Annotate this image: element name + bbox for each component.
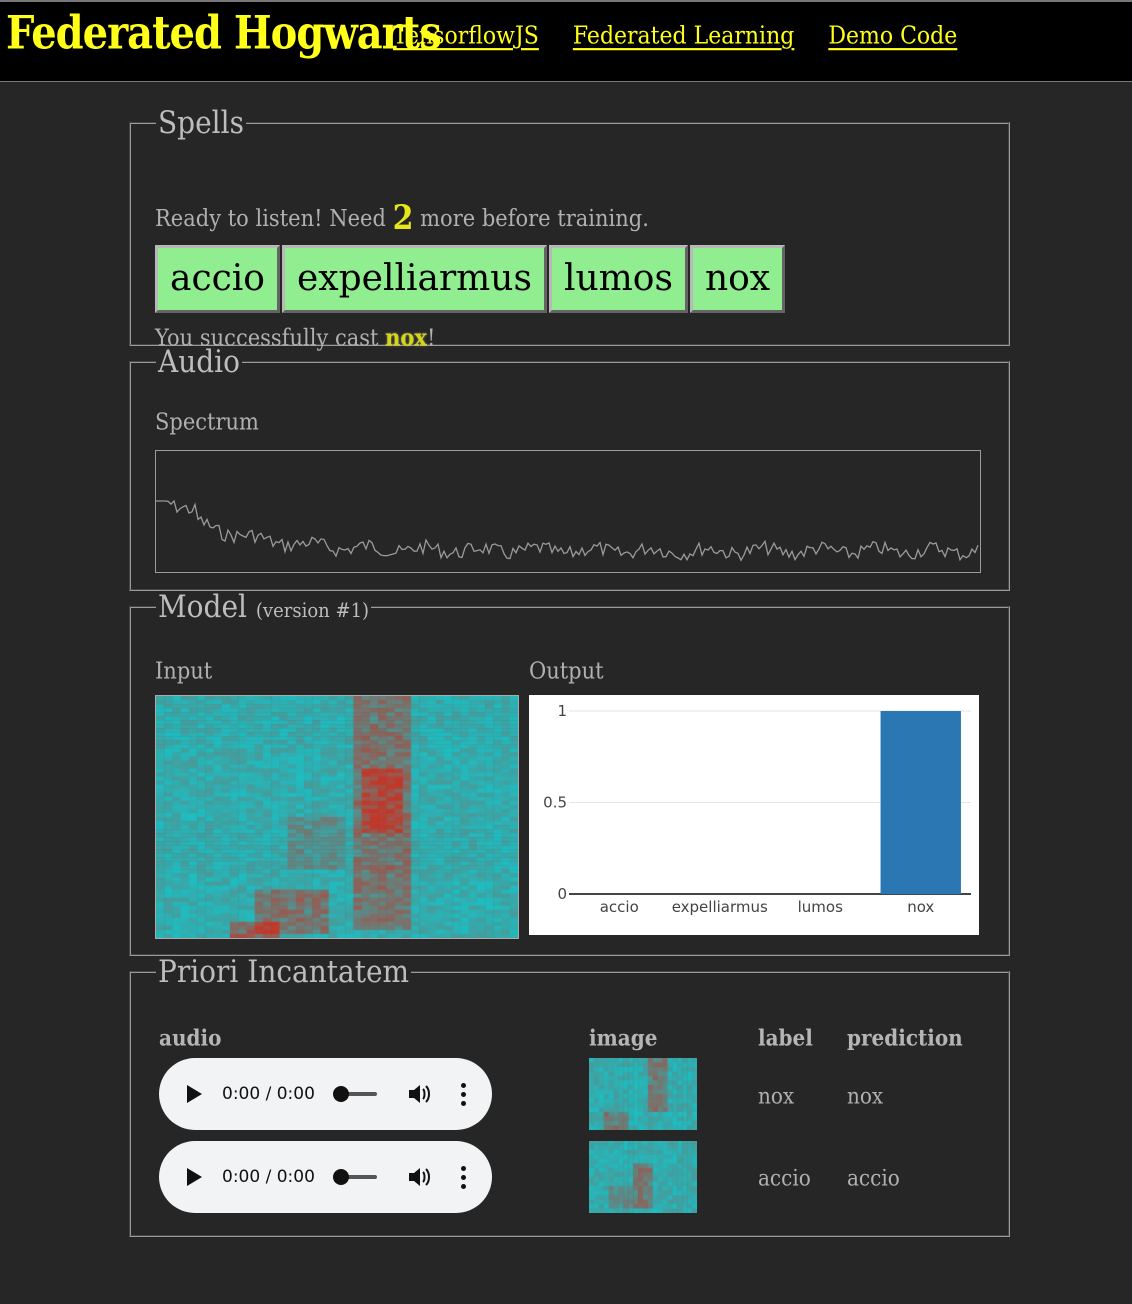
spell-buttons: accio expelliarmus lumos nox xyxy=(155,245,786,313)
col-header-audio: audio xyxy=(159,1024,222,1051)
chart-y-tick-label: 0 xyxy=(557,885,567,903)
priori-legend: Priori Incantatem xyxy=(158,953,410,990)
model-legend: Model (version #1) xyxy=(156,588,371,624)
chart-x-tick-label: expelliarmus xyxy=(672,898,768,916)
nav-links: TensorflowJS Federated Learning Demo Cod… xyxy=(393,23,957,51)
nav-link-federated-learning[interactable]: Federated Learning xyxy=(573,23,794,51)
row-spectrogram-thumb xyxy=(589,1141,697,1217)
spectrum-canvas xyxy=(155,450,981,573)
col-header-prediction: prediction xyxy=(847,1024,963,1051)
top-bar: Federated Hogwarts TensorflowJS Federate… xyxy=(0,0,1132,82)
spell-button-lumos[interactable]: lumos xyxy=(548,245,688,313)
chart-x-tick-label: accio xyxy=(600,898,639,916)
spectrum-label: Spectrum xyxy=(155,408,259,435)
output-bar-chart: 0 0.5 1 accio expelliarmus lumos nox xyxy=(543,702,971,916)
spell-button-expelliarmus[interactable]: expelliarmus xyxy=(281,245,547,313)
priori-panel: Priori Incantatem audio image label pred… xyxy=(129,953,1010,1237)
status-prefix: Ready to listen! Need xyxy=(155,204,386,232)
output-label: Output xyxy=(529,657,604,684)
nav-link-demo-code[interactable]: Demo Code xyxy=(828,23,957,51)
audio-player: 0:00 / 0:00 xyxy=(159,1058,492,1130)
input-spectrogram xyxy=(155,695,519,943)
col-header-image: image xyxy=(589,1024,658,1051)
chart-y-tick-label: 1 xyxy=(557,702,567,720)
audio-player: 0:00 / 0:00 xyxy=(159,1141,492,1213)
player-time: 0:00 / 0:00 xyxy=(222,1084,315,1104)
chart-bar-nox xyxy=(880,711,961,894)
model-version: (version #1) xyxy=(255,599,370,623)
row-spectrogram-thumb xyxy=(589,1058,697,1134)
seek-slider[interactable] xyxy=(332,1086,377,1102)
spectrum-line xyxy=(156,499,979,562)
status-line: Ready to listen! Need 2 more before trai… xyxy=(155,199,649,238)
row-prediction: accio xyxy=(847,1164,900,1191)
row-label: accio xyxy=(758,1164,811,1191)
output-chart: 0 0.5 1 accio expelliarmus lumos nox xyxy=(529,695,979,935)
audio-panel: Audio Spectrum xyxy=(129,343,1010,591)
play-icon[interactable] xyxy=(187,1085,202,1103)
volume-icon[interactable] xyxy=(407,1082,433,1106)
spectrum-plot xyxy=(156,499,979,562)
chart-y-tick-label: 0.5 xyxy=(543,794,567,812)
play-icon[interactable] xyxy=(187,1168,202,1186)
player-time: 0:00 / 0:00 xyxy=(222,1167,315,1187)
model-panel: Model (version #1) Input Output 0 0.5 1 ac… xyxy=(129,588,1010,956)
chart-x-tick-label: nox xyxy=(907,898,934,916)
more-options-icon[interactable] xyxy=(460,1082,466,1106)
input-spectrogram-canvas xyxy=(155,695,519,939)
need-count: 2 xyxy=(392,199,414,239)
spell-button-nox[interactable]: nox xyxy=(689,245,786,313)
row-label: nox xyxy=(758,1082,795,1109)
spells-legend: Spells xyxy=(158,104,244,141)
audio-legend: Audio xyxy=(158,343,240,380)
seek-slider[interactable] xyxy=(332,1169,377,1185)
volume-icon[interactable] xyxy=(407,1165,433,1189)
row-spectrogram-canvas xyxy=(589,1141,697,1213)
chart-x-tick-label: lumos xyxy=(798,898,843,916)
row-prediction: nox xyxy=(847,1082,884,1109)
status-suffix: more before training. xyxy=(420,204,649,232)
nav-link-tensorflowjs[interactable]: TensorflowJS xyxy=(393,23,539,51)
spell-button-accio[interactable]: accio xyxy=(155,245,280,313)
spells-panel: Spells Ready to listen! Need 2 more befo… xyxy=(129,104,1010,351)
model-title: Model xyxy=(158,588,247,625)
col-header-label: label xyxy=(758,1024,813,1051)
more-options-icon[interactable] xyxy=(460,1165,466,1189)
input-label: Input xyxy=(155,657,213,684)
row-spectrogram-canvas xyxy=(589,1058,697,1130)
brand-title: Federated Hogwarts xyxy=(6,6,442,61)
